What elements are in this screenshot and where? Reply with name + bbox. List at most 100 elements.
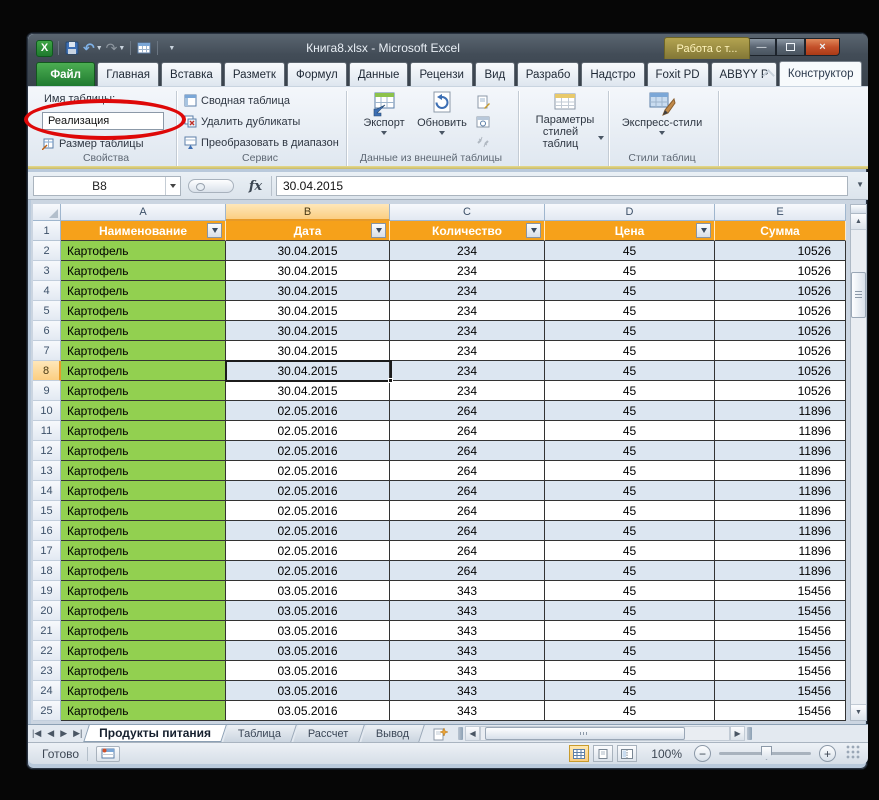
filter-button[interactable] [371,223,386,238]
ribbon-tab[interactable]: Вставка [161,62,222,86]
cell-date[interactable]: 30.04.2015 [226,321,390,341]
minimize-button[interactable]: — [747,38,776,56]
row-header[interactable]: 20 [33,601,61,621]
cell-name[interactable]: Картофель [61,681,226,701]
cell-name[interactable]: Картофель [61,461,226,481]
row-header[interactable]: 16 [33,521,61,541]
ribbon-tab[interactable]: Надстро [581,62,644,86]
ribbon-tab[interactable]: Формул [287,62,347,86]
cell-price[interactable]: 45 [545,361,715,381]
cell-price[interactable]: 45 [545,501,715,521]
table-style-options-button[interactable]: Параметры стилей таблиц [526,93,604,150]
cell-sum[interactable]: 15456 [715,621,846,641]
cell-name[interactable]: Картофель [61,541,226,561]
filter-button[interactable] [526,223,541,238]
sheet-tab-active[interactable]: Продукты питания [84,725,227,742]
cell-date[interactable]: 30.04.2015 [226,301,390,321]
cell-date[interactable]: 30.04.2015 [226,361,390,381]
cell-sum[interactable]: 15456 [715,581,846,601]
cell-quantity[interactable]: 264 [390,421,545,441]
cell-quantity[interactable]: 343 [390,601,545,621]
cell-sum[interactable]: 11896 [715,561,846,581]
cell-price[interactable]: 45 [545,601,715,621]
cell-date[interactable]: 02.05.2016 [226,561,390,581]
row-header[interactable]: 11 [33,421,61,441]
cell-sum[interactable]: 10526 [715,361,846,381]
cell-sum[interactable]: 10526 [715,381,846,401]
cell-price[interactable]: 45 [545,541,715,561]
next-sheet-icon[interactable]: ▶ [60,728,67,739]
row-header[interactable]: 19 [33,581,61,601]
cell-price[interactable]: 45 [545,561,715,581]
cell-price[interactable]: 45 [545,701,715,721]
ribbon-tab[interactable]: Foxit PD [647,62,709,86]
cell-date[interactable]: 02.05.2016 [226,521,390,541]
cell-sum[interactable]: 11896 [715,421,846,441]
cell-price[interactable]: 45 [545,521,715,541]
scroll-down-icon[interactable]: ▼ [851,704,866,720]
row-header[interactable]: 21 [33,621,61,641]
row-header[interactable]: 3 [33,261,61,281]
column-header[interactable]: E [715,204,846,221]
cell-date[interactable]: 03.05.2016 [226,641,390,661]
cell-name[interactable]: Картофель [61,341,226,361]
cell-name[interactable]: Картофель [61,401,226,421]
open-in-browser-icon[interactable] [476,115,490,129]
cell-date[interactable]: 03.05.2016 [226,701,390,721]
row-header[interactable]: 18 [33,561,61,581]
cell-quantity[interactable]: 234 [390,341,545,361]
cell-price[interactable]: 45 [545,681,715,701]
last-sheet-icon[interactable]: ▶| [73,728,82,739]
row-header[interactable]: 5 [33,301,61,321]
cell-price[interactable]: 45 [545,341,715,361]
cell-sum[interactable]: 10526 [715,241,846,261]
cell-name[interactable]: Картофель [61,601,226,621]
normal-view-button[interactable] [569,745,589,762]
row-header[interactable]: 9 [33,381,61,401]
cell-sum[interactable]: 11896 [715,401,846,421]
cell-price[interactable]: 45 [545,441,715,461]
scrollbar-thumb[interactable] [851,272,866,318]
cell-name[interactable]: Картофель [61,361,226,381]
row-header[interactable]: 2 [33,241,61,261]
cell-sum[interactable]: 15456 [715,701,846,721]
filter-button[interactable] [207,223,222,238]
cell-quantity[interactable]: 264 [390,541,545,561]
cell-date[interactable]: 02.05.2016 [226,401,390,421]
column-header[interactable]: D [545,204,715,221]
column-header[interactable]: C [390,204,545,221]
zoom-in-button[interactable]: + [819,745,836,762]
ribbon-tab[interactable]: Разрабо [517,62,580,86]
cell-date[interactable]: 02.05.2016 [226,501,390,521]
cell-quantity[interactable]: 234 [390,361,545,381]
cell-date[interactable]: 02.05.2016 [226,461,390,481]
cell-name[interactable]: Картофель [61,501,226,521]
filter-button[interactable] [696,223,711,238]
cell-date[interactable]: 03.05.2016 [226,581,390,601]
cell-quantity[interactable]: 264 [390,561,545,581]
scroll-left-icon[interactable]: ◀ [465,726,480,741]
cell-name[interactable]: Картофель [61,441,226,461]
zoom-slider-thumb[interactable] [761,746,772,760]
table-header-cell[interactable]: Количество [390,221,545,241]
formula-bar-handle[interactable] [188,179,234,193]
cell-name[interactable]: Картофель [61,581,226,601]
cell-name[interactable]: Картофель [61,561,226,581]
cell-date[interactable]: 03.05.2016 [226,621,390,641]
cell-date[interactable]: 03.05.2016 [226,681,390,701]
cell-quantity[interactable]: 234 [390,241,545,261]
collapse-ribbon-icon[interactable] [762,70,776,79]
cell-sum[interactable]: 10526 [715,321,846,341]
refresh-button[interactable]: Обновить [414,91,470,135]
cell-quantity[interactable]: 343 [390,681,545,701]
cell-quantity[interactable]: 234 [390,301,545,321]
row-header[interactable]: 12 [33,441,61,461]
close-button[interactable]: × [805,38,840,56]
cell-name[interactable]: Картофель [61,381,226,401]
cell-sum[interactable]: 11896 [715,441,846,461]
page-break-view-button[interactable] [617,745,637,762]
sheet-tab[interactable]: Вывод [361,725,425,742]
row-header[interactable]: 14 [33,481,61,501]
cell-name[interactable]: Картофель [61,661,226,681]
cell-price[interactable]: 45 [545,301,715,321]
